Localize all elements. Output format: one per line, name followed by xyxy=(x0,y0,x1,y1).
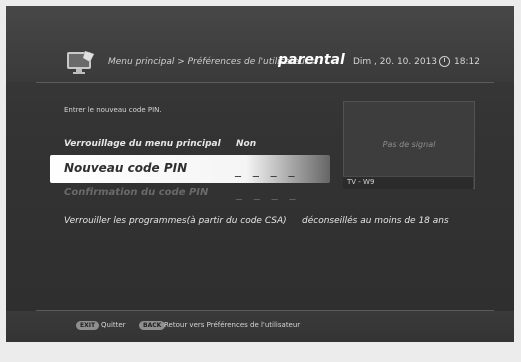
main-menu-lock-label: Verrouillage du menu principal xyxy=(64,139,221,149)
channel-name: TV - W9 xyxy=(347,178,375,186)
clock-icon xyxy=(439,56,450,67)
menu-footer: EXIT Quitter BACK Retour vers Préférence… xyxy=(6,311,514,342)
date-display: Dim , 20. 10. 2013 xyxy=(353,57,438,67)
back-label: Retour vers Préférences de l'utilisateur xyxy=(164,321,301,329)
main-menu-lock-value[interactable]: Non xyxy=(236,139,256,149)
confirm-pin-input: _ _ _ _ xyxy=(236,186,300,200)
menu-header: Menu principal > Préférences de l'utilis… xyxy=(6,6,514,82)
new-pin-row[interactable]: Nouveau code PIN _ _ _ _ xyxy=(50,155,330,183)
csa-lock-value[interactable]: déconseillés au moins de 18 ans xyxy=(302,216,449,226)
csa-lock-label: Verrouiller les programmes(à partir du c… xyxy=(64,216,287,226)
tv-settings-icon xyxy=(63,50,97,76)
tv-menu-screen: Menu principal > Préférences de l'utilis… xyxy=(6,6,514,342)
exit-label: Quitter xyxy=(101,321,126,329)
instruction-text: Entrer le nouveau code PIN. xyxy=(64,106,162,114)
confirm-pin-label: Confirmation du code PIN xyxy=(64,187,209,198)
no-signal-text: Pas de signal xyxy=(382,140,436,149)
back-key[interactable]: BACK xyxy=(139,321,166,330)
screenshot-frame: Menu principal > Préférences de l'utilis… xyxy=(0,0,521,362)
channel-bar: TV - W9 xyxy=(343,176,473,189)
header-divider xyxy=(36,82,494,83)
new-pin-input[interactable]: _ _ _ _ xyxy=(235,163,298,177)
breadcrumb-current: parental xyxy=(278,52,345,68)
exit-key[interactable]: EXIT xyxy=(76,321,100,330)
new-pin-label: Nouveau code PIN xyxy=(64,161,188,175)
time-display: 18:12 xyxy=(454,57,480,67)
